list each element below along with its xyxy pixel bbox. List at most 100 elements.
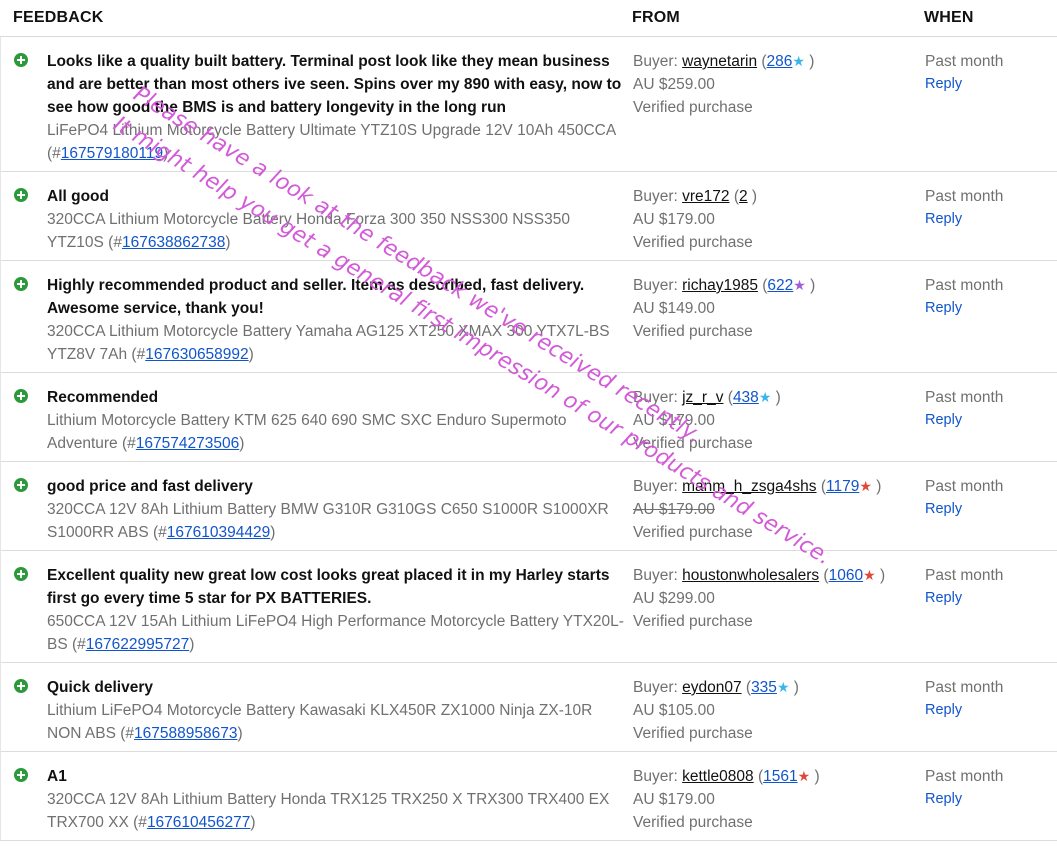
when-text: Past month — [925, 53, 1004, 70]
price: AU $179.00 — [633, 791, 715, 808]
feedback-comment: good price and fast delivery — [47, 478, 253, 495]
item-title: 320CCA 12V 8Ah Lithium Battery Honda TRX… — [47, 791, 610, 831]
item-title: 320CCA 12V 8Ah Lithium Battery BMW G310R… — [47, 501, 609, 541]
positive-icon — [14, 679, 28, 693]
feedback-score-link[interactable]: 335 — [751, 679, 777, 696]
feedback-comment: Quick delivery — [47, 679, 153, 696]
reply-link[interactable]: Reply — [925, 73, 1055, 96]
reply-link[interactable]: Reply — [925, 788, 1055, 811]
item-title: LiFePO4 Lithium Motorcycle Battery Ultim… — [47, 122, 616, 162]
item-number-link[interactable]: 167574273506 — [136, 435, 239, 452]
when-text: Past month — [925, 188, 1004, 205]
item-number-link[interactable]: 167588958673 — [134, 725, 237, 742]
item-number-link[interactable]: 167579180119 — [61, 145, 163, 162]
positive-icon — [14, 478, 28, 492]
positive-icon — [14, 567, 28, 581]
when-text: Past month — [925, 389, 1004, 406]
feedback-cell: Looks like a quality built battery. Term… — [47, 50, 627, 165]
reply-link[interactable]: Reply — [925, 587, 1055, 610]
feedback-comment: A1 — [47, 768, 67, 785]
buyer-link[interactable]: waynetarin — [682, 53, 757, 70]
feedback-cell: Recommended Lithium Motorcycle Battery K… — [47, 386, 627, 455]
price: AU $259.00 — [633, 76, 715, 93]
buyer-link[interactable]: kettle0808 — [682, 768, 754, 785]
when-cell: Past month Reply — [925, 185, 1055, 231]
star-icon: ★ — [792, 53, 805, 69]
price: AU $299.00 — [633, 590, 715, 607]
when-text: Past month — [925, 478, 1004, 495]
from-cell: Buyer: vre172 (2 ) AU $179.00 Verified p… — [633, 185, 923, 254]
item-title: 650CCA 12V 15Ah Lithium LiFePO4 High Per… — [47, 613, 624, 653]
price: AU $149.00 — [633, 300, 715, 317]
from-cell: Buyer: waynetarin (286★ ) AU $259.00 Ver… — [633, 50, 923, 119]
feedback-cell: Highly recommended product and seller. I… — [47, 274, 627, 366]
feedback-comment: Recommended — [47, 389, 159, 406]
feedback-score-link[interactable]: 1060 — [829, 567, 863, 584]
price: AU $179.00 — [633, 412, 715, 429]
header-when: WHEN — [924, 9, 974, 26]
feedback-comment: Looks like a quality built battery. Term… — [47, 53, 622, 116]
verified-purchase: Verified purchase — [633, 99, 753, 116]
feedback-cell: Excellent quality new great low cost loo… — [47, 564, 627, 656]
reply-link[interactable]: Reply — [925, 699, 1055, 722]
buyer-link[interactable]: richay1985 — [682, 277, 758, 294]
item-title: Lithium LiFePO4 Motorcycle Battery Kawas… — [47, 702, 593, 742]
positive-icon — [14, 768, 28, 782]
table-row: All good 320CCA Lithium Motorcycle Batte… — [0, 172, 1057, 261]
price: AU $179.00 — [633, 211, 715, 228]
buyer-link[interactable]: houstonwholesalers — [682, 567, 819, 584]
when-cell: Past month Reply — [925, 475, 1055, 521]
positive-icon — [14, 389, 28, 403]
feedback-score-link[interactable]: 1179 — [826, 478, 859, 495]
when-cell: Past month Reply — [925, 274, 1055, 320]
star-icon: ★ — [863, 567, 876, 583]
header-feedback: FEEDBACK — [13, 9, 104, 26]
feedback-cell: good price and fast delivery 320CCA 12V … — [47, 475, 627, 544]
positive-icon — [14, 277, 28, 291]
when-text: Past month — [925, 679, 1004, 696]
item-number-link[interactable]: 167610456277 — [147, 814, 250, 831]
item-title: 320CCA Lithium Motorcycle Battery Honda … — [47, 211, 570, 251]
positive-icon — [14, 188, 28, 202]
from-cell: Buyer: kettle0808 (1561★ ) AU $179.00 Ve… — [633, 765, 923, 834]
verified-purchase: Verified purchase — [633, 814, 753, 831]
table-row: good price and fast delivery 320CCA 12V … — [0, 462, 1057, 551]
buyer-link[interactable]: manm_h_zsga4shs — [682, 478, 816, 495]
feedback-score-link[interactable]: 286 — [767, 53, 793, 70]
buyer-link[interactable]: vre172 — [682, 188, 729, 205]
star-icon: ★ — [797, 768, 811, 784]
table-header: FEEDBACK FROM WHEN — [0, 0, 1057, 37]
when-cell: Past month Reply — [925, 50, 1055, 96]
feedback-score-link[interactable]: 1561 — [763, 768, 797, 785]
item-number-link[interactable]: 167630658992 — [145, 346, 248, 363]
table-row: Looks like a quality built battery. Term… — [0, 37, 1057, 172]
table-row: Recommended Lithium Motorcycle Battery K… — [0, 373, 1057, 462]
table-row: Highly recommended product and seller. I… — [0, 261, 1057, 373]
buyer-link[interactable]: jz_r_v — [682, 389, 723, 406]
verified-purchase: Verified purchase — [633, 725, 753, 742]
item-number-link[interactable]: 167622995727 — [86, 636, 189, 653]
reply-link[interactable]: Reply — [925, 297, 1055, 320]
feedback-score-link[interactable]: 2 — [739, 188, 748, 205]
price: AU $179.00 — [633, 501, 715, 518]
star-icon: ★ — [758, 389, 772, 405]
feedback-cell: A1 320CCA 12V 8Ah Lithium Battery Honda … — [47, 765, 627, 834]
item-number-link[interactable]: 167610394429 — [167, 524, 270, 541]
feedback-score-link[interactable]: 622 — [767, 277, 793, 294]
reply-link[interactable]: Reply — [925, 409, 1055, 432]
positive-icon — [14, 53, 28, 67]
table-row: Excellent quality new great low cost loo… — [0, 551, 1057, 663]
buyer-link[interactable]: eydon07 — [682, 679, 741, 696]
feedback-cell: All good 320CCA Lithium Motorcycle Batte… — [47, 185, 627, 254]
from-cell: Buyer: richay1985 (622★ ) AU $149.00 Ver… — [633, 274, 923, 343]
reply-link[interactable]: Reply — [925, 208, 1055, 231]
when-text: Past month — [925, 768, 1004, 785]
reply-link[interactable]: Reply — [925, 498, 1055, 521]
when-cell: Past month Reply — [925, 564, 1055, 610]
star-icon: ★ — [859, 478, 872, 494]
when-text: Past month — [925, 277, 1004, 294]
when-cell: Past month Reply — [925, 765, 1055, 811]
verified-purchase: Verified purchase — [633, 613, 753, 630]
item-number-link[interactable]: 167638862738 — [122, 234, 225, 251]
feedback-score-link[interactable]: 438 — [733, 389, 759, 406]
